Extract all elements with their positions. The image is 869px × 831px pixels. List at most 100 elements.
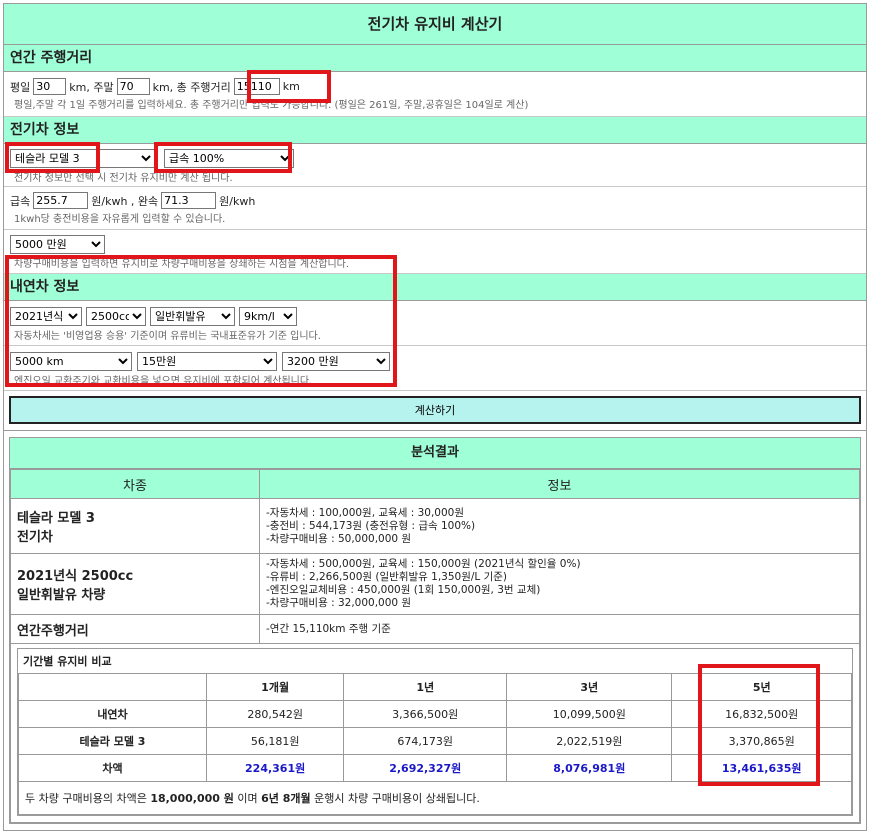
period-title: 기간별 유지비 비교 xyxy=(23,655,112,668)
ev-car-name: 테슬라 모델 3 전기차 xyxy=(10,498,260,554)
period-value: 3,370,865원 xyxy=(671,727,852,755)
ice-info-line: -엔진오일교체비용 : 450,000원 (1회 150,000원, 3번 교체… xyxy=(266,584,541,596)
result-row-ice: 2021년식 2500cc 일반휘발유 차량 -자동차세 : 500,000원,… xyxy=(10,553,860,615)
period-diff-value: 13,461,635원 xyxy=(671,754,852,782)
result-box: 분석결과 차종 정보 테슬라 모델 3 전기차 -자동차세 : 100,000원… xyxy=(9,437,861,824)
per-kwh-unit: 원/kwh xyxy=(219,194,256,208)
result-row-period: 기간별 유지비 비교 1개월 1년 3년 5년 내연차 280,542원 3,3… xyxy=(10,643,860,823)
oil-hint: 엔진오일 교환주기와 교환비용을 넣으면 유지비에 포함되어 계산됩니다. xyxy=(14,376,313,387)
section-ice-header: 내연차 정보 xyxy=(4,274,866,301)
result-table: 차종 정보 테슬라 모델 3 전기차 -자동차세 : 100,000원, 교육세… xyxy=(10,469,860,823)
calc-button-row: 계산하기 xyxy=(4,391,866,431)
oil-cost-select[interactable]: 15만원 xyxy=(137,352,277,371)
period-table: 1개월 1년 3년 5년 내연차 280,542원 3,366,500원 10,… xyxy=(18,673,852,815)
ev-name-line1: 테슬라 모델 3 xyxy=(17,511,95,526)
footer-text: 두 차량 구매비용의 차액은 xyxy=(25,792,151,805)
km-unit: km xyxy=(282,80,300,93)
footer-text: 운행시 차량 구매비용이 상쇄됩니다. xyxy=(310,792,480,805)
total-mileage-input[interactable] xyxy=(233,78,280,95)
ev-price-row: 5000 만원 차량구매비용을 입력하면 유지비로 차량구매비용을 상쇄하는 시… xyxy=(4,230,866,274)
ice-info-line: -차량구매비용 : 32,000,000 원 xyxy=(266,597,412,609)
calculate-button[interactable]: 계산하기 xyxy=(9,396,861,424)
footer-text: 이며 xyxy=(233,792,262,805)
ev-model-row: 테슬라 모델 3 급속 100% 전기차 정보만 선택 시 전기차 유지비만 계… xyxy=(4,142,866,187)
period-diff-value: 224,361원 xyxy=(205,754,345,782)
section-mileage-header: 연간 주행거리 xyxy=(4,45,866,72)
ev-name-line2: 전기차 xyxy=(17,530,53,545)
period-row-diff: 차액 224,361원 2,692,327원 8,076,981원 13,461… xyxy=(18,754,852,782)
charge-cost-row: 급속 원/kwh , 완속 원/kwh 1kwh당 충전비용을 자유롭게 입력할… xyxy=(4,187,866,230)
ev-info-line: -충전비 : 544,173원 (충전유형 : 급속 100%) xyxy=(266,519,476,532)
period-diff-value: 8,076,981원 xyxy=(506,754,673,782)
result-row-mileage: 연간주행거리 -연간 15,110km 주행 기준 xyxy=(10,614,860,644)
period-diff-value: 2,692,327원 xyxy=(343,754,508,782)
ev-price-select[interactable]: 5000 만원 xyxy=(10,235,105,254)
ev-model-select[interactable]: 테슬라 모델 3 xyxy=(10,149,155,168)
mileage-hint: 평일,주말 각 1일 주행거리를 입력하세요. 총 주행거리만 입력도 가능합니… xyxy=(14,100,529,111)
ice-oil-row: 5000 km 15만원 3200 만원 엔진오일 교환주기와 교환비용을 넣으… xyxy=(4,255,866,391)
ev-price-hint: 차량구매비용을 입력하면 유지비로 차량구매비용을 상쇄하는 시점을 계산합니다… xyxy=(14,259,350,270)
weekend-input[interactable] xyxy=(116,78,150,95)
oil-interval-select[interactable]: 5000 km xyxy=(10,352,132,371)
year-select[interactable]: 2021년식 xyxy=(10,307,82,326)
col-info: 정보 xyxy=(259,469,860,499)
slow-label: 원/kwh , 완속 xyxy=(91,194,159,208)
cc-select[interactable]: 2500cc xyxy=(86,307,146,326)
period-row-label: 내연차 xyxy=(18,700,207,728)
slow-cost-input[interactable] xyxy=(161,192,217,209)
fast-label: 급속 xyxy=(10,194,31,208)
period-box: 기간별 유지비 비교 1개월 1년 3년 5년 내연차 280,542원 3,3… xyxy=(17,648,853,816)
charge-type-select[interactable]: 급속 100% xyxy=(164,149,294,168)
ice-price-select[interactable]: 3200 만원 xyxy=(282,352,390,371)
ice-name-line2: 일반휘발유 차량 xyxy=(17,588,106,603)
mileage-info: -연간 15,110km 주행 기준 xyxy=(259,614,860,644)
period-row-label: 테슬라 모델 3 xyxy=(18,727,207,755)
period-cell: 기간별 유지비 비교 1개월 1년 3년 5년 내연차 280,542원 3,3… xyxy=(10,643,860,823)
ice-info-line: -유류비 : 2,266,500원 (일반휘발유 1,350원/L 기준) xyxy=(266,571,508,583)
ice-info: -자동차세 : 500,000원, 교육세 : 150,000원 (2021년식… xyxy=(259,553,860,615)
period-value: 280,542원 xyxy=(205,700,345,728)
total-label: km, 총 주행거리 xyxy=(152,80,231,94)
period-row-ev: 테슬라 모델 3 56,181원 674,173원 2,022,519원 3,3… xyxy=(18,727,852,755)
ice-spec-row: 2021년식 2500cc 일반휘발유 9km/l 자동차세는 '비영업용 승용… xyxy=(4,301,866,346)
ice-info-line: -자동차세 : 500,000원, 교육세 : 150,000원 (2021년식… xyxy=(266,558,581,570)
fast-cost-input[interactable] xyxy=(33,192,89,209)
period-value: 56,181원 xyxy=(205,727,345,755)
weekday-label: 평일 xyxy=(10,80,31,94)
weekend-label: km, 주말 xyxy=(69,80,114,94)
weekday-input[interactable] xyxy=(33,78,67,95)
mileage-row: 평일 km, 주말 km, 총 주행거리 km 평일,주말 각 1일 주행거리를… xyxy=(4,70,866,117)
charge-hint: 1kwh당 충전비용을 자유롭게 입력할 수 있습니다. xyxy=(14,214,226,225)
period-corner xyxy=(18,673,207,701)
section-ev-header: 전기차 정보 xyxy=(4,117,866,144)
ev-info-line: -차량구매비용 : 50,000,000 원 xyxy=(266,532,412,545)
ev-info-line: -자동차세 : 100,000원, 교육세 : 30,000원 xyxy=(266,506,464,519)
ice-hint: 자동차세는 '비영업용 승용' 기준이며 유류비는 국내표준유가 기준 입니다. xyxy=(14,331,321,342)
footer-period: 6년 8개월 xyxy=(261,792,311,805)
result-header-row: 차종 정보 xyxy=(10,469,860,499)
calculator-frame: 전기차 유지비 계산기 연간 주행거리 평일 km, 주말 km, 총 주행거리… xyxy=(3,3,867,831)
period-value: 3,366,500원 xyxy=(343,700,508,728)
ev-info: -자동차세 : 100,000원, 교육세 : 30,000원 -충전비 : 5… xyxy=(259,498,860,554)
fuel-select[interactable]: 일반휘발유 xyxy=(150,307,235,326)
period-value: 674,173원 xyxy=(343,727,508,755)
period-header: 1년 xyxy=(343,673,508,701)
period-value: 10,099,500원 xyxy=(506,700,673,728)
efficiency-select[interactable]: 9km/l xyxy=(239,307,297,326)
ev-hint: 전기차 정보만 선택 시 전기차 유지비만 계산 됩니다. xyxy=(14,173,233,184)
period-value: 2,022,519원 xyxy=(506,727,673,755)
period-header: 3년 xyxy=(506,673,673,701)
period-header: 1개월 xyxy=(205,673,345,701)
result-row-ev: 테슬라 모델 3 전기차 -자동차세 : 100,000원, 교육세 : 30,… xyxy=(10,498,860,554)
ice-car-name: 2021년식 2500cc 일반휘발유 차량 xyxy=(10,553,260,615)
page-title: 전기차 유지비 계산기 xyxy=(4,4,866,45)
footer-price-diff: 18,000,000 원 xyxy=(150,792,234,805)
mileage-name: 연간주행거리 xyxy=(10,614,260,644)
period-header: 5년 xyxy=(671,673,852,701)
period-value: 16,832,500원 xyxy=(671,700,852,728)
result-header: 분석결과 xyxy=(10,438,860,469)
period-header-row: 1개월 1년 3년 5년 xyxy=(18,673,852,701)
period-row-label: 차액 xyxy=(18,754,207,782)
ice-name-line1: 2021년식 2500cc xyxy=(17,569,134,584)
col-car: 차종 xyxy=(10,469,260,499)
